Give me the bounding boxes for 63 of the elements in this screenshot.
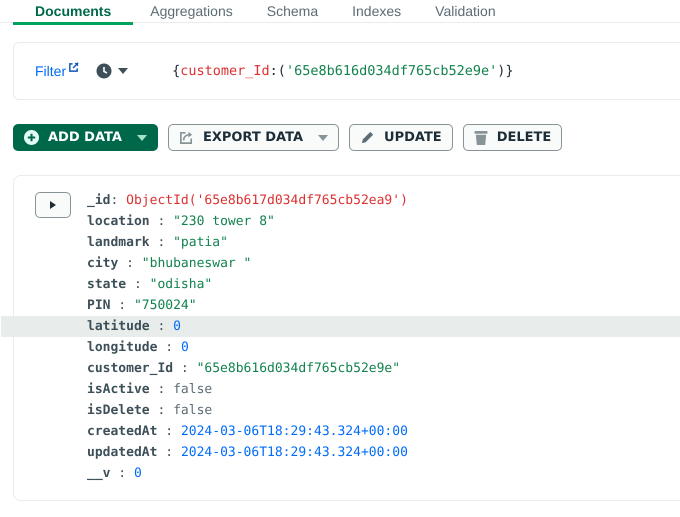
field-value: false <box>173 382 212 397</box>
trash-icon <box>474 130 488 145</box>
field-value: "750024" <box>134 298 197 313</box>
field-key: landmark <box>87 235 150 250</box>
field-key: state <box>87 277 126 292</box>
field-separator: : <box>164 340 174 355</box>
toolbar-button[interactable]: DELETE <box>462 124 562 151</box>
caret-icon <box>118 68 128 74</box>
filter-link[interactable]: Filter <box>35 63 66 79</box>
field-value: "odisha" <box>150 277 212 292</box>
field-value: false <box>173 403 212 418</box>
clock-icon <box>96 63 112 79</box>
toolbar-button[interactable]: ADD DATA <box>13 124 158 151</box>
field-separator: : <box>117 298 128 313</box>
field-key: updatedAt <box>87 445 158 460</box>
field-value: 2024-03-06T18:29:43.324+00:00 <box>180 424 408 439</box>
field-value: "65e8b616d034df765cb52e9e" <box>196 361 400 376</box>
caret-right-icon <box>50 201 56 209</box>
toolbar-button[interactable]: UPDATE <box>349 124 453 151</box>
query-history-button[interactable] <box>96 63 128 79</box>
pencil-icon <box>360 130 376 145</box>
expand-button[interactable] <box>35 192 71 218</box>
query-field[interactable]: {customer_Id:('65e8b616d034df765cb52e9e')} <box>172 63 514 79</box>
tab[interactable]: Aggregations <box>133 0 250 25</box>
field-value: "230 tower 8" <box>173 214 275 229</box>
export-icon <box>178 130 194 145</box>
field-separator: : <box>156 235 166 250</box>
field-key: longitude <box>87 340 158 355</box>
field-value: ObjectId('65e8b617d034df765cb52ea9') <box>126 193 408 208</box>
field-key: isActive <box>87 382 150 397</box>
field-key: latitude <box>87 319 150 334</box>
field-value: "patia" <box>173 235 228 250</box>
external-link-icon <box>68 62 80 72</box>
field-separator: : <box>132 277 143 292</box>
field-key: city <box>87 256 118 271</box>
tab[interactable]: Documents <box>13 0 134 25</box>
field-separator: : <box>164 445 174 460</box>
field-key: customer_Id <box>87 361 174 376</box>
plus-circle-icon <box>24 130 39 145</box>
field-key: isDelete <box>87 403 150 418</box>
tab[interactable]: Validation <box>418 0 513 25</box>
field-value: "bhubaneswar " <box>142 256 252 271</box>
field-value: 0 <box>173 319 181 334</box>
field-separator: : <box>117 466 128 481</box>
field-value: 0 <box>134 466 142 481</box>
field-value: 2024-03-06T18:29:43.324+00:00 <box>180 445 408 460</box>
field-separator: : <box>180 361 190 376</box>
field-separator: : <box>156 403 166 418</box>
field-value: 0 <box>180 340 189 355</box>
field-separator: : <box>110 193 120 208</box>
toolbar-button[interactable]: EXPORT DATA <box>168 124 340 151</box>
field-key: __v <box>87 466 110 481</box>
field-separator: : <box>156 382 166 397</box>
field-key: _id <box>87 193 110 208</box>
field-key: createdAt <box>87 424 158 439</box>
tab[interactable]: Indexes <box>335 0 418 25</box>
field-separator: : <box>156 319 166 334</box>
field-separator: : <box>156 214 166 229</box>
tab[interactable]: Schema <box>250 0 336 25</box>
field-separator: : <box>164 424 174 439</box>
field-key: location <box>87 214 150 229</box>
field-key: PIN <box>87 298 110 313</box>
field-separator: : <box>125 256 135 271</box>
